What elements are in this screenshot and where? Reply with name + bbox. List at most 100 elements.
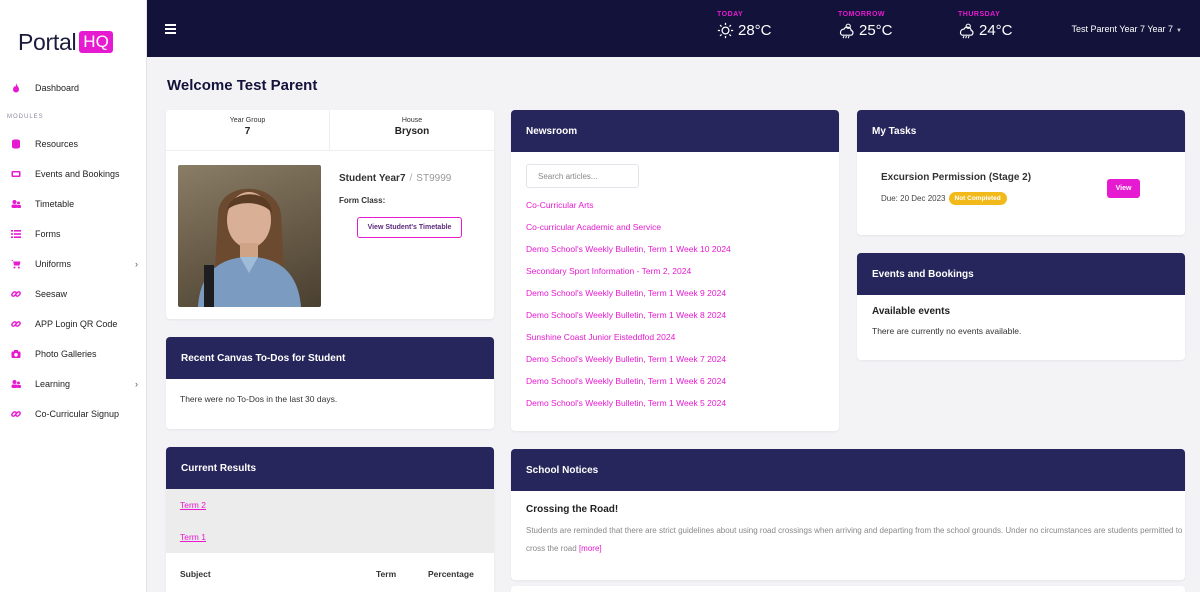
chevron-right-icon: › [135, 259, 138, 269]
caret-down-icon: ▼ [1176, 28, 1182, 34]
sun-icon [717, 22, 734, 39]
sidebar-item-label: Timetable [35, 199, 75, 209]
newsroom-card: Newsroom Search articles... Co-Curricula… [511, 110, 839, 431]
news-article-link[interactable]: Demo School's Weekly Bulletin, Term 1 We… [526, 310, 726, 320]
card-header: Recent Canvas To-Dos for Student [166, 337, 494, 379]
notice-body: Students are reminded that there are str… [526, 522, 1185, 558]
news-article-link[interactable]: Co-Curricular Arts [526, 200, 594, 210]
sidebar-item-events-and-bookings[interactable]: Events and Bookings [10, 164, 140, 184]
users-icon [10, 198, 22, 210]
weather-today: TODAY 28°C [717, 11, 807, 39]
sidebar-item-seesaw[interactable]: Seesaw [10, 284, 140, 304]
modules-section-label: MODULES [7, 114, 44, 120]
sidebar-item-app-login-qr-code[interactable]: APP Login QR Code [10, 314, 140, 334]
view-task-button[interactable]: View [1107, 179, 1140, 198]
sidebar-item-label: Photo Galleries [35, 349, 97, 359]
card-header: Current Results [166, 447, 494, 489]
column-header-subject: Subject [180, 569, 211, 579]
database-icon [10, 138, 22, 150]
search-input[interactable]: Search articles... [526, 164, 639, 188]
sidebar-item-co-curricular-signup[interactable]: Co-Curricular Signup [10, 404, 140, 424]
task-due: Due: 20 Dec 2023 Not Completed [881, 192, 1007, 205]
portal-hq-logo[interactable]: Portal HQ [18, 28, 113, 56]
ticket-icon [10, 168, 22, 180]
sidebar-item-label: Learning [35, 379, 71, 389]
flame-icon [10, 82, 22, 94]
student-photo [178, 165, 321, 307]
form-class-label: Form Class: [339, 196, 386, 205]
logo-text: Portal [18, 28, 77, 55]
weather-day-label: TODAY [717, 11, 744, 18]
term-link[interactable]: Term 1 [180, 532, 206, 542]
news-article-link[interactable]: Demo School's Weekly Bulletin, Term 1 We… [526, 244, 731, 254]
view-timetable-button[interactable]: View Student's Timetable [357, 217, 462, 238]
news-article-link[interactable]: Demo School's Weekly Bulletin, Term 1 We… [526, 288, 726, 298]
notice-text: Students are reminded that there are str… [526, 526, 1183, 553]
sidebar-item-label: Events and Bookings [35, 169, 120, 179]
sidebar-item-label: Seesaw [35, 289, 68, 299]
weather-temp: 25°C [859, 22, 893, 39]
sidebar-item-uniforms[interactable]: Uniforms › [10, 254, 140, 274]
sidebar: Portal HQ Dashboard MODULES Resources Ev… [0, 0, 147, 592]
sidebar-item-timetable[interactable]: Timetable [10, 194, 140, 214]
sidebar-item-label: Forms [35, 229, 61, 239]
weather-temp: 28°C [738, 22, 772, 39]
term-row: Term 1 [166, 521, 494, 553]
news-article-link[interactable]: Co-curricular Academic and Service [526, 222, 661, 232]
cloud-rain-icon [959, 23, 974, 39]
weather-day-label: THURSDAY [958, 11, 1001, 18]
next-notice-card [511, 586, 1185, 592]
weather-day-label: TOMORROW [838, 11, 886, 18]
canvas-todos-card: Recent Canvas To-Dos for Student There w… [166, 337, 494, 429]
sidebar-item-label: Resources [35, 139, 79, 149]
student-name: Student Year7/ST9999 [339, 173, 452, 184]
sidebar-item-label: Co-Curricular Signup [35, 409, 120, 419]
house-stat: House Bryson [330, 110, 494, 151]
events-empty-message: There are currently no events available. [872, 326, 1022, 336]
term-row: Term 2 [166, 489, 494, 521]
term-link[interactable]: Term 2 [180, 500, 206, 510]
sidebar-item-photo-galleries[interactable]: Photo Galleries [10, 344, 140, 364]
cloud-rain-icon [839, 23, 854, 39]
task-title: Excursion Permission (Stage 2) [881, 172, 1032, 183]
link-icon [10, 288, 22, 300]
task-due-date: Due: 20 Dec 2023 [881, 194, 946, 203]
notice-title: Crossing the Road! [526, 504, 619, 515]
weather-temp: 24°C [979, 22, 1013, 39]
top-bar: TODAY 28°C TOMORROW 25°C THURSDAY 24°C T… [147, 0, 1200, 57]
user-menu[interactable]: Test Parent Year 7 Year 7 ▼ [1071, 24, 1182, 34]
weather-thursday: THURSDAY 24°C [958, 11, 1048, 39]
column-header-term: Term [376, 569, 397, 579]
logo-badge: HQ [79, 31, 113, 53]
card-header: Events and Bookings [857, 253, 1185, 295]
notice-more-link[interactable]: [more] [579, 544, 602, 553]
news-article-link[interactable]: Secondary Sport Information - Term 2, 20… [526, 266, 691, 276]
card-header: My Tasks [857, 110, 1185, 152]
sidebar-item-forms[interactable]: Forms [10, 224, 140, 244]
year-group-stat: Year Group 7 [166, 110, 330, 151]
link-icon [10, 408, 22, 420]
news-article-link[interactable]: Demo School's Weekly Bulletin, Term 1 We… [526, 398, 726, 408]
canvas-empty-message: There were no To-Dos in the last 30 days… [180, 394, 338, 404]
stat-label: Year Group [229, 117, 266, 124]
news-article-link[interactable]: Sunshine Coast Junior Eisteddfod 2024 [526, 332, 675, 342]
student-id: ST9999 [416, 173, 452, 184]
weather-tomorrow: TOMORROW 25°C [838, 11, 928, 39]
school-notices-card: School Notices Crossing the Road! Studen… [511, 449, 1185, 580]
users-icon [10, 378, 22, 390]
sidebar-item-label: APP Login QR Code [35, 319, 118, 329]
link-icon [10, 318, 22, 330]
sidebar-item-dashboard[interactable]: Dashboard [10, 78, 140, 98]
sidebar-item-resources[interactable]: Resources [10, 134, 140, 154]
card-header: School Notices [511, 449, 1185, 491]
cart-icon [10, 258, 22, 270]
menu-toggle-icon[interactable] [165, 24, 176, 34]
sidebar-item-learning[interactable]: Learning › [10, 374, 140, 394]
student-card: Year Group 7 House Bryson Student Year7/… [166, 110, 494, 319]
events-subtitle: Available events [872, 306, 951, 317]
my-tasks-card: My Tasks Excursion Permission (Stage 2) … [857, 110, 1185, 235]
news-article-link[interactable]: Demo School's Weekly Bulletin, Term 1 We… [526, 376, 726, 386]
stat-value: Bryson [394, 126, 430, 137]
news-article-link[interactable]: Demo School's Weekly Bulletin, Term 1 We… [526, 354, 726, 364]
sidebar-item-label: Uniforms [35, 259, 72, 269]
